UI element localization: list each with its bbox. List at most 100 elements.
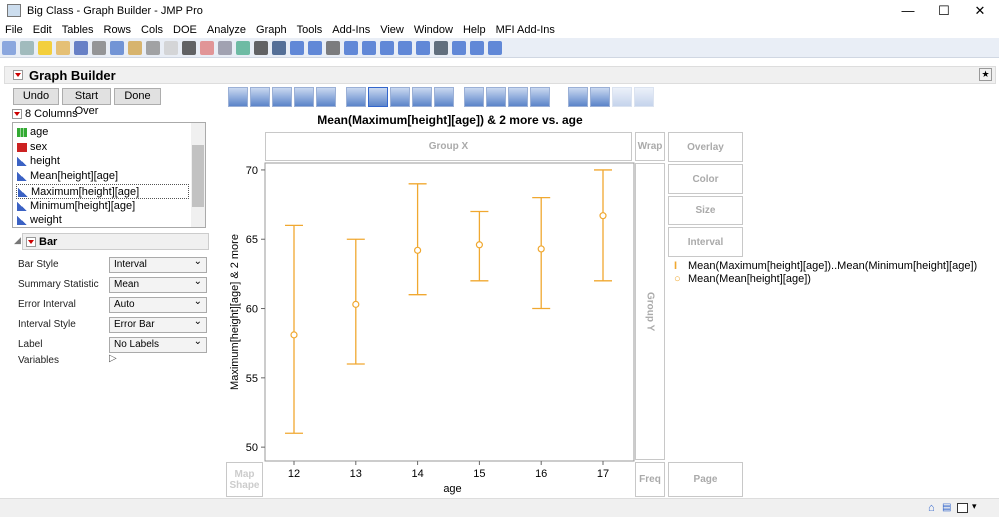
ellipse-element-icon[interactable] — [294, 87, 314, 107]
overlay-zone[interactable]: Overlay — [668, 132, 743, 162]
bar-collapse-icon[interactable]: ◢ — [14, 235, 21, 246]
variables-label: Variables — [18, 355, 59, 366]
menu-analyze[interactable]: Analyze — [202, 22, 251, 38]
lock-icon[interactable] — [164, 41, 178, 55]
menu-window[interactable]: Window — [409, 22, 458, 38]
bar-style-select[interactable]: Interval — [109, 255, 207, 273]
menu-tools[interactable]: Tools — [292, 22, 328, 38]
arrow-icon[interactable] — [254, 41, 268, 55]
new-script-icon[interactable] — [20, 41, 34, 55]
line-element-icon[interactable] — [346, 87, 366, 107]
bar-element-icon[interactable] — [368, 87, 388, 107]
menu-mfi-add-ins[interactable]: MFI Add-Ins — [491, 22, 560, 38]
page-zone[interactable]: Page — [668, 462, 743, 497]
journal-icon[interactable] — [146, 41, 160, 55]
interval-zone[interactable]: Interval — [668, 227, 743, 257]
points-element-icon[interactable] — [228, 87, 248, 107]
column-item[interactable]: age — [16, 125, 189, 140]
column-item[interactable]: Minimum[height][age] — [16, 199, 189, 214]
menu-view[interactable]: View — [375, 22, 409, 38]
column-item[interactable]: Mean[height][age] — [16, 169, 189, 184]
plus-icon[interactable] — [398, 41, 412, 55]
color-zone[interactable]: Color — [668, 164, 743, 194]
line-icon[interactable] — [416, 41, 430, 55]
column-item[interactable]: Maximum[height][age] — [16, 183, 189, 199]
mean-point — [599, 212, 607, 220]
menu-help[interactable]: Help — [458, 22, 491, 38]
star-icon[interactable]: ★ — [979, 68, 992, 81]
area-element-icon[interactable] — [390, 87, 410, 107]
treemap-element-icon[interactable] — [508, 87, 528, 107]
zoom-out-icon[interactable] — [362, 41, 376, 55]
line-of-fit-element-icon[interactable] — [272, 87, 292, 107]
cut-icon[interactable] — [92, 41, 106, 55]
done-button[interactable]: Done — [114, 88, 161, 105]
column-list-scrollbar[interactable] — [191, 123, 205, 227]
formula-element-icon[interactable] — [590, 87, 610, 107]
menu-tables[interactable]: Tables — [57, 22, 99, 38]
start-over-button[interactable]: Start Over — [62, 88, 111, 117]
red-triangle-menu-icon[interactable] — [13, 70, 23, 80]
polygon-icon[interactable] — [470, 41, 484, 55]
help-icon[interactable] — [272, 41, 286, 55]
copy-icon[interactable] — [110, 41, 124, 55]
legend-item-interval[interactable]: I Mean(Maximum[height][age])..Mean(Minimu… — [674, 260, 977, 273]
menu-doe[interactable]: DOE — [168, 22, 202, 38]
close-button[interactable]: ✕ — [962, 0, 998, 22]
search-icon[interactable] — [182, 41, 196, 55]
window-list-icon[interactable] — [957, 503, 968, 513]
zoom-in-icon[interactable] — [380, 41, 394, 55]
box-plot-element-icon[interactable] — [412, 87, 432, 107]
text-icon[interactable] — [434, 41, 448, 55]
heatmap-element-icon[interactable] — [464, 87, 484, 107]
variables-expand-icon[interactable]: ▷ — [109, 353, 117, 364]
menu-edit[interactable]: Edit — [28, 22, 57, 38]
label-select[interactable]: No Labels — [109, 335, 207, 353]
legend-item-mean[interactable]: ○ Mean(Mean[height][age]) — [674, 273, 977, 286]
wrap-zone[interactable]: Wrap — [635, 132, 665, 161]
error-interval-select[interactable]: Auto — [109, 295, 207, 313]
caption-box-element-icon[interactable] — [568, 87, 588, 107]
save-icon[interactable] — [74, 41, 88, 55]
menu-graph[interactable]: Graph — [251, 22, 292, 38]
group-x-zone[interactable]: Group X — [265, 132, 632, 161]
menu-add-ins[interactable]: Add-Ins — [327, 22, 375, 38]
dropdown-icon[interactable]: ▾ — [972, 501, 977, 512]
undo-button[interactable]: Undo — [13, 88, 59, 105]
bar-menu-icon[interactable] — [26, 237, 36, 247]
interval-style-select[interactable]: Error Bar — [109, 315, 207, 333]
open-icon[interactable] — [56, 41, 70, 55]
pie-element-icon[interactable] — [486, 87, 506, 107]
python-icon[interactable] — [38, 41, 52, 55]
lasso-icon[interactable] — [308, 41, 322, 55]
hand-icon[interactable] — [326, 41, 340, 55]
menu-cols[interactable]: Cols — [136, 22, 168, 38]
new-data-table-icon[interactable] — [2, 41, 16, 55]
contour-element-icon[interactable] — [316, 87, 336, 107]
menu-file[interactable]: File — [0, 22, 28, 38]
columns-menu-icon[interactable] — [12, 109, 22, 119]
column-item[interactable]: height — [16, 154, 189, 169]
columns-viewer-icon[interactable] — [218, 41, 232, 55]
column-item[interactable]: sex — [16, 140, 189, 155]
smoother-element-icon[interactable] — [250, 87, 270, 107]
home-icon[interactable]: ⌂ — [928, 502, 935, 514]
histogram-element-icon[interactable] — [434, 87, 454, 107]
size-zone[interactable]: Size — [668, 196, 743, 225]
list-icon[interactable] — [452, 41, 466, 55]
brush-icon[interactable] — [344, 41, 358, 55]
column-item[interactable]: weight — [16, 213, 189, 228]
project-icon[interactable] — [200, 41, 214, 55]
menu-rows[interactable]: Rows — [99, 22, 137, 38]
map-shapes-element-icon[interactable] — [612, 87, 632, 107]
summary-statistic-select[interactable]: Mean — [109, 275, 207, 293]
ellipse-icon[interactable] — [488, 41, 502, 55]
maximize-button[interactable]: ☐ — [926, 0, 962, 22]
parallel-element-icon[interactable] — [634, 87, 654, 107]
paste-icon[interactable] — [128, 41, 142, 55]
windows-icon[interactable]: ▤ — [942, 502, 951, 513]
crosshair-icon[interactable] — [290, 41, 304, 55]
add-graph-icon[interactable] — [236, 41, 250, 55]
mosaic-element-icon[interactable] — [530, 87, 550, 107]
minimize-button[interactable]: — — [890, 0, 926, 22]
